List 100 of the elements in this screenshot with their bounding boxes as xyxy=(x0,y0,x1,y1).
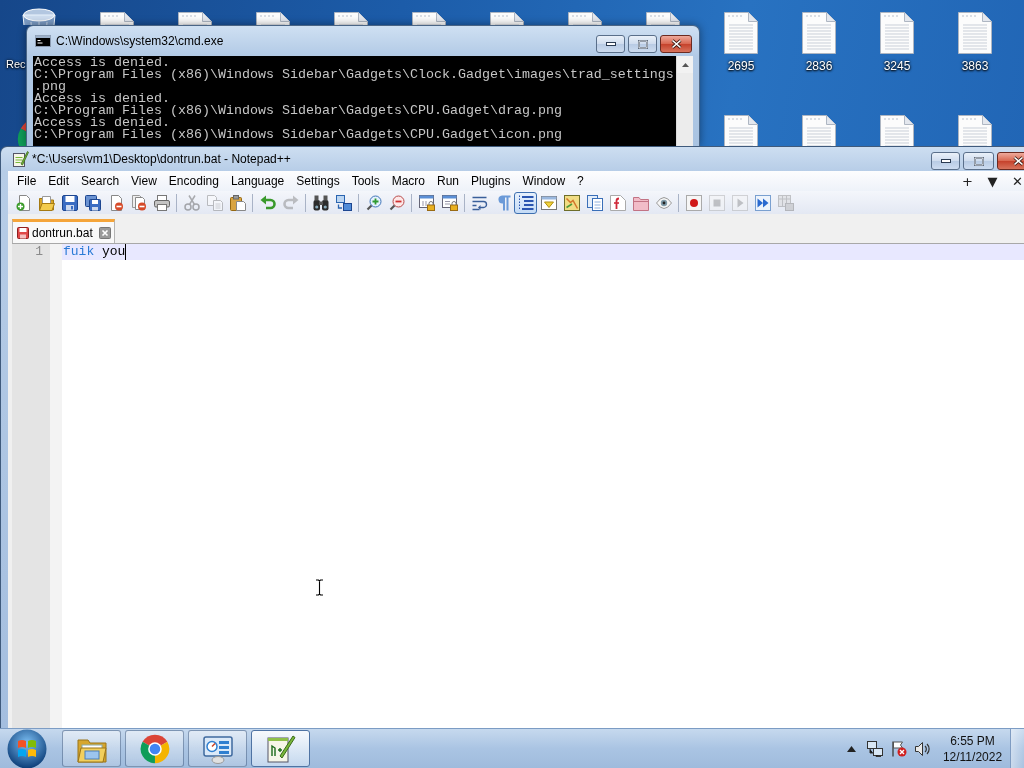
scroll-up-button[interactable] xyxy=(677,56,693,73)
menu-item[interactable]: File xyxy=(11,171,43,191)
console-line: .png xyxy=(34,81,66,93)
document-icon[interactable] xyxy=(100,12,134,25)
document-icon[interactable] xyxy=(568,12,602,25)
close-icon xyxy=(1013,156,1024,166)
indent-lines-icon xyxy=(517,194,534,211)
close-icon xyxy=(670,39,682,49)
undo-icon xyxy=(259,194,276,211)
floppy-disks-icon xyxy=(84,194,101,211)
console-line: Access is denied. xyxy=(34,57,171,69)
printer-icon xyxy=(153,194,170,211)
control-panel-button[interactable] xyxy=(188,730,247,767)
document-icon[interactable] xyxy=(958,12,992,54)
folder-icon xyxy=(632,194,649,211)
window-title: *C:\Users\vm1\Desktop\dontrun.bat - Notepad++ xyxy=(32,152,291,166)
flag-icon[interactable] xyxy=(891,740,907,757)
document-icon[interactable] xyxy=(958,115,992,146)
menu-item[interactable]: Macro xyxy=(385,171,431,191)
document-icon[interactable] xyxy=(802,12,836,54)
menu-item[interactable]: Window xyxy=(516,171,572,191)
up-arrow-icon xyxy=(681,62,689,67)
minimize-button[interactable] xyxy=(931,152,960,170)
document-icon[interactable] xyxy=(802,115,836,146)
notepad-button[interactable] xyxy=(251,730,310,767)
stacked-pages-icon xyxy=(586,194,603,211)
tab-list-button[interactable]: ▼ xyxy=(980,171,1005,191)
locked-window-icon xyxy=(418,194,435,211)
document-icon[interactable] xyxy=(880,12,914,54)
menu-item[interactable]: Encoding xyxy=(162,171,225,191)
pages-minus-icon xyxy=(130,194,147,211)
code-text: you xyxy=(101,244,126,260)
eye-icon xyxy=(655,194,672,211)
desktop-icon-label: Rec xyxy=(6,57,26,71)
map-icon xyxy=(563,194,580,211)
document-icon[interactable] xyxy=(880,115,914,146)
menu-item[interactable]: Tools xyxy=(345,171,386,191)
browser-button[interactable] xyxy=(125,730,184,767)
menu-item[interactable]: Plugins xyxy=(465,171,517,191)
minimize-button[interactable] xyxy=(596,35,625,53)
document-icon[interactable] xyxy=(178,12,212,25)
monitor-gauge-icon xyxy=(202,733,233,764)
menu-item[interactable]: Language xyxy=(224,171,291,191)
maximize-button[interactable] xyxy=(963,152,994,170)
menu-item[interactable]: Run xyxy=(431,171,466,191)
desktop-icon-label: 3245 xyxy=(883,59,911,73)
play-icon xyxy=(731,194,748,211)
menu-item[interactable]: ? xyxy=(571,171,590,191)
tab-close-icon[interactable] xyxy=(98,226,111,239)
window-title: C:\Windows\system32\cmd.exe xyxy=(56,34,224,48)
console-line: C:\Program Files (x86)\Windows Sidebar\Gadgets\Clock.Gadget\images\trad_settings xyxy=(34,69,675,81)
document-icon[interactable] xyxy=(724,12,758,54)
close-tab-button[interactable]: ✕ xyxy=(1005,171,1024,191)
record-icon xyxy=(685,194,702,211)
menu-item[interactable]: Settings xyxy=(290,171,346,191)
text-cursor-icon xyxy=(315,579,324,596)
network-icon[interactable] xyxy=(867,740,883,757)
notepad-pen-icon xyxy=(13,151,29,167)
desktop-icon-label: 3863 xyxy=(961,59,989,73)
new-tab-button[interactable]: + xyxy=(955,171,980,191)
console-line: Access is denied. xyxy=(34,117,171,129)
document-icon[interactable] xyxy=(490,12,524,25)
document-icon[interactable] xyxy=(646,12,680,25)
browser-logo-icon xyxy=(139,733,170,764)
document-icon[interactable] xyxy=(334,12,368,25)
file-tab[interactable]: dontrun.bat xyxy=(12,219,115,243)
file-explorer-button[interactable] xyxy=(62,730,121,767)
indent-guide-button[interactable] xyxy=(514,191,537,214)
redo-icon xyxy=(282,194,299,211)
line-number: 1 xyxy=(34,244,43,260)
desktop-icon-label: 2836 xyxy=(805,59,833,73)
maximize-icon xyxy=(637,39,648,49)
speaker-icon[interactable] xyxy=(915,740,931,757)
menu-item[interactable]: Edit xyxy=(42,171,76,191)
menu-item[interactable]: Search xyxy=(75,171,126,191)
page-plus-icon xyxy=(15,194,32,211)
menu-item[interactable]: View xyxy=(125,171,163,191)
notepad-pen-icon xyxy=(265,733,296,764)
stop-icon xyxy=(708,194,725,211)
locked-window-icon xyxy=(441,194,458,211)
up-triangle-icon xyxy=(846,745,856,752)
grid-icon xyxy=(777,194,794,211)
clipboard-icon xyxy=(229,194,246,211)
maximize-button[interactable] xyxy=(628,35,657,53)
close-button[interactable] xyxy=(660,35,692,53)
windows-logo-icon xyxy=(7,728,47,768)
text-caret xyxy=(125,244,127,260)
console-line: C:\Program Files (x86)\Windows Sidebar\Gadgets\CPU.Gadget\drag.png xyxy=(34,105,563,117)
scissors-icon xyxy=(183,194,200,211)
document-icon[interactable] xyxy=(256,12,290,25)
keyword-text: fuik xyxy=(63,244,95,260)
document-icon[interactable] xyxy=(724,115,758,146)
fast-forward-icon xyxy=(754,194,771,211)
replace-icon xyxy=(335,194,352,211)
folder-icon xyxy=(38,194,55,211)
clock-date: 12/11/2022 xyxy=(942,748,1003,765)
scrollbar[interactable] xyxy=(676,56,693,146)
document-icon[interactable] xyxy=(412,12,446,25)
pages-icon xyxy=(206,194,223,211)
console-line: Access is denied. xyxy=(34,93,171,105)
